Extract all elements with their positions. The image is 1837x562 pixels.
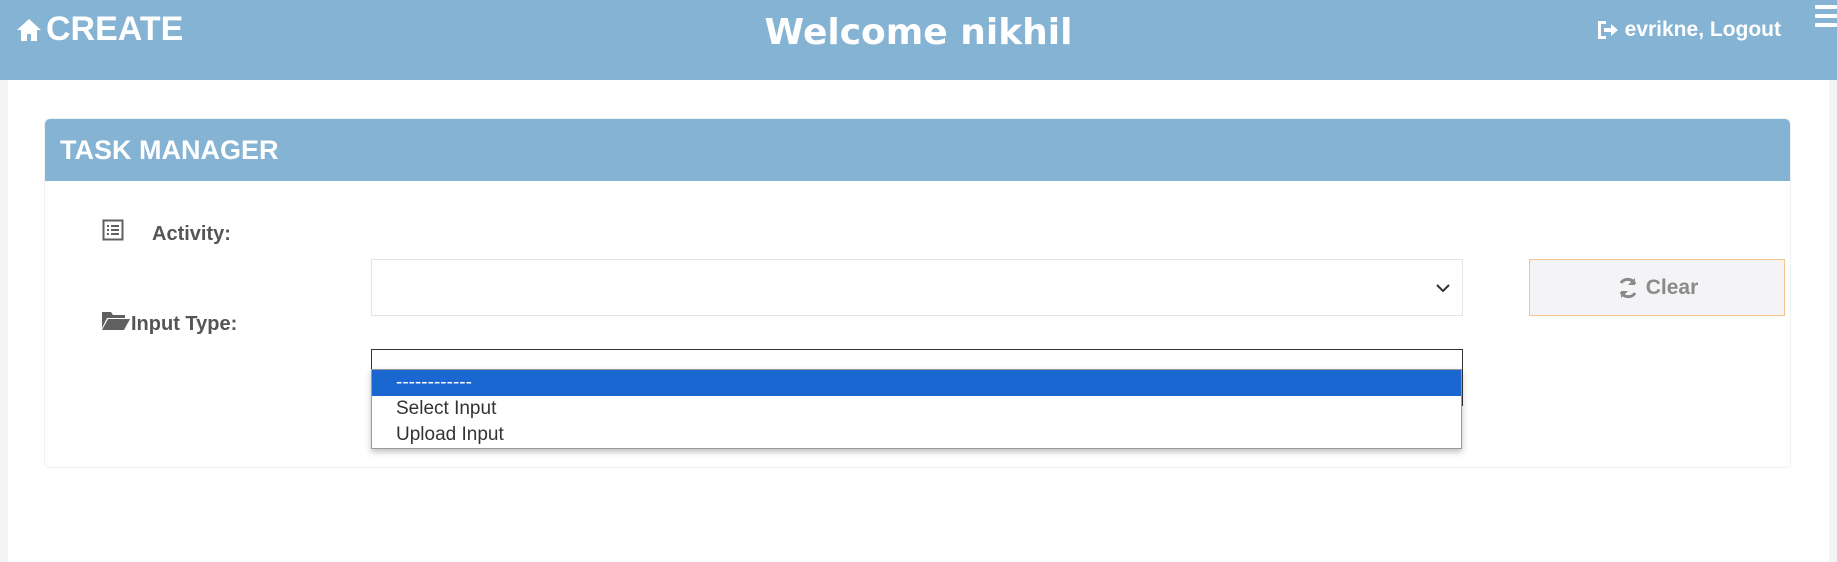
activity-select[interactable]	[371, 259, 1463, 316]
sign-out-icon	[1597, 21, 1618, 39]
folder-open-icon	[102, 312, 130, 330]
input-type-label: Input Type:	[131, 313, 238, 335]
content-area: TASK MANAGER Activity: Clear Input Type:	[8, 80, 1829, 562]
logout-link[interactable]: evrikne, Logout	[1595, 18, 1781, 42]
input-type-dropdown-list: ------------ Select Input Upload Input	[371, 369, 1462, 449]
clear-label: Clear	[1645, 275, 1699, 299]
dropdown-option-placeholder[interactable]: ------------	[372, 370, 1461, 396]
dropdown-option-upload-input[interactable]: Upload Input	[372, 422, 1461, 448]
list-alt-icon	[102, 219, 124, 241]
hamburger-menu-icon[interactable]	[1815, 0, 1837, 40]
user-logout-label: evrikne, Logout	[1624, 18, 1781, 41]
activity-label: Activity:	[152, 223, 231, 245]
dropdown-option-select-input[interactable]: Select Input	[372, 396, 1461, 422]
top-navbar: CREATE Welcome nikhil evrikne, Logout	[0, 0, 1837, 80]
clear-button[interactable]: Clear	[1529, 259, 1785, 316]
welcome-title: Welcome nikhil	[764, 12, 1073, 53]
chevron-down-icon	[1436, 283, 1450, 292]
panel-title: TASK MANAGER	[45, 119, 1790, 181]
refresh-icon	[1619, 277, 1637, 298]
